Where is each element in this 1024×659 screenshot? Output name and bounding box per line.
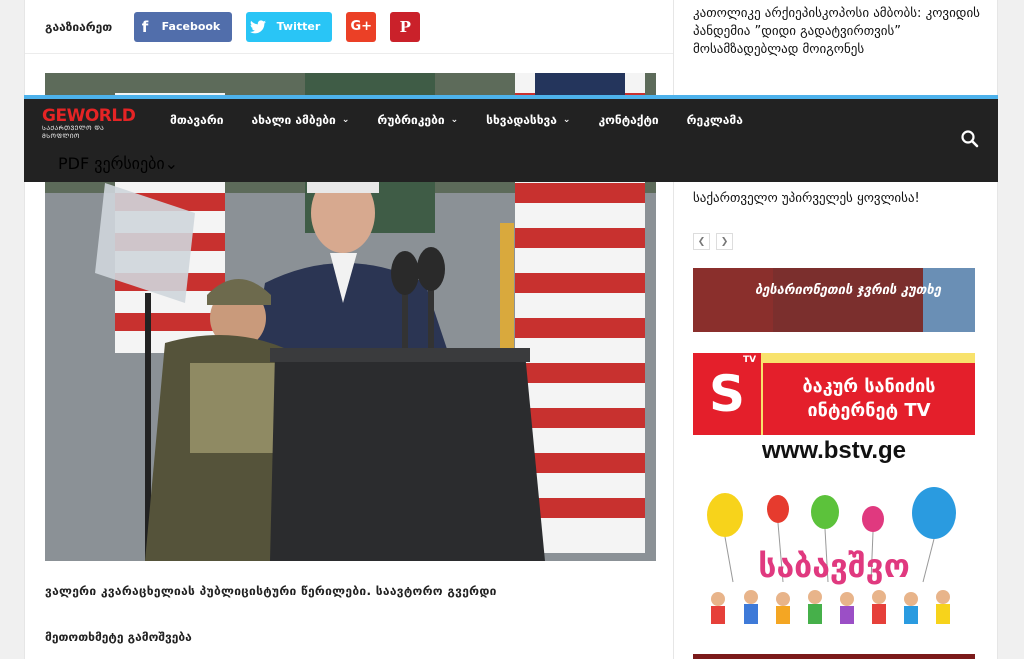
ad1-text: ბესარიონეთის ჯვრის კუთხე	[755, 283, 942, 298]
nav-item-label: სხვადასხვა	[486, 113, 557, 127]
kids-ad-artwork: საბავშვო	[693, 487, 975, 632]
sidebar-ad-bstv[interactable]: S TV ბაკურ სანიძის ინტერნეტ TV www.bstv.…	[693, 353, 975, 468]
twitter-share-button[interactable]: Twitter	[246, 11, 333, 42]
search-button[interactable]	[960, 129, 980, 149]
sidebar-headline-link[interactable]: კათოლიკე არქიეპისკოპოსი ამბობს: კოვიდის …	[693, 5, 983, 59]
search-icon	[961, 130, 979, 148]
sidebar-ad-banner-1[interactable]: ბესარიონეთის ჯვრის კუთხე	[693, 268, 975, 332]
chevron-left-icon: ❮	[697, 236, 706, 247]
google-plus-share-button[interactable]: G+	[346, 11, 377, 42]
menu-row-2: PDF ვერსიები⌄	[58, 145, 178, 181]
article-caption: ვალერი კვარაცხელიას პუბლიცისტური წერილებ…	[45, 584, 497, 598]
chevron-down-icon: ⌄	[341, 115, 350, 125]
nav-item-1[interactable]: ახალი ამბები ⌄	[251, 113, 349, 127]
page: გააზიარეთ f Facebook Twitter G+ P ვალერი…	[0, 0, 1024, 659]
nav-item-label: PDF ვერსიები	[58, 153, 165, 173]
prev-page-button[interactable]: ❮	[693, 233, 710, 250]
logo-text: GEWORLD	[42, 106, 136, 126]
bstv-logo-sup: TV	[743, 355, 757, 365]
nav-item-5[interactable]: რეკლამა	[687, 113, 743, 127]
chevron-down-icon: ⌄	[450, 115, 459, 125]
facebook-icon: f	[141, 17, 149, 36]
nav-item-2[interactable]: რუბრიკები ⌄	[377, 113, 458, 127]
next-page-button[interactable]: ❯	[716, 233, 733, 250]
pinterest-share-button[interactable]: P	[390, 11, 421, 42]
facebook-share-button[interactable]: f Facebook	[134, 11, 233, 42]
nav-item-label: კონტაქტი	[598, 113, 659, 127]
menu-row-1: მთავარი ახალი ამბები ⌄ რუბრიკები ⌄ სხვადასხვა…	[170, 99, 771, 141]
nav-item-label: ახალი ამბები	[251, 113, 336, 127]
chevron-down-icon: ⌄	[164, 153, 179, 173]
bstv-logo: S	[708, 365, 745, 423]
kids-ad-text: საბავშვო	[758, 547, 910, 585]
google-plus-icon: G+	[350, 19, 373, 34]
nav-item-label: მთავარი	[170, 113, 224, 127]
bstv-url: www.bstv.ge	[761, 437, 907, 464]
main-navigation: GEWORLD ᲡᲐᲥᲐᲠᲗᲕᲔᲚᲝ ᲓᲐ ᲛᲡᲝᲤᲚᲘᲝ მთავარი ახა…	[24, 95, 998, 182]
article-subcaption: მეთოთხმეტე გამოშვება	[45, 630, 192, 644]
nav-item-4[interactable]: კონტაქტი	[598, 113, 658, 127]
nav-item-label: რეკლამა	[686, 113, 743, 127]
nav-item-0[interactable]: მთავარი	[170, 113, 223, 127]
nav-item-label: რუბრიკები	[377, 113, 445, 127]
logo-subtext: ᲡᲐᲥᲐᲠᲗᲕᲔᲚᲝ ᲓᲐ ᲛᲡᲝᲤᲚᲘᲝ	[42, 125, 105, 140]
twitter-share-label: Twitter	[276, 20, 321, 33]
sidebar-ad-bottom-edge	[693, 654, 975, 659]
share-label: გააზიარეთ	[45, 19, 113, 34]
nav-item-6[interactable]: PDF ვერსიები⌄	[58, 154, 178, 173]
chevron-right-icon: ❯	[720, 236, 729, 247]
pinterest-icon: P	[399, 17, 411, 36]
sidebar-pager: ❮ ❯	[693, 233, 739, 250]
chevron-down-icon: ⌄	[562, 115, 571, 125]
bstv-title: ბაკურ სანიძის ინტერნეტ TV	[802, 376, 936, 421]
facebook-share-label: Facebook	[161, 20, 221, 33]
twitter-icon	[246, 12, 270, 42]
sidebar-headline-2-link[interactable]: საქართველო უპირველეს ყოვლისა!	[693, 191, 920, 206]
site-logo[interactable]: GEWORLD ᲡᲐᲥᲐᲠᲗᲕᲔᲚᲝ ᲓᲐ ᲛᲡᲝᲤᲚᲘᲝ	[42, 106, 142, 140]
nav-item-3[interactable]: სხვადასხვა ⌄	[486, 113, 570, 127]
ad1-artwork: ბესარიონეთის ჯვრის კუთხე	[693, 268, 975, 332]
sidebar-ad-kids[interactable]: საბავშვო	[693, 487, 975, 632]
share-bar: გააზიარეთ f Facebook Twitter G+ P	[25, 0, 673, 54]
